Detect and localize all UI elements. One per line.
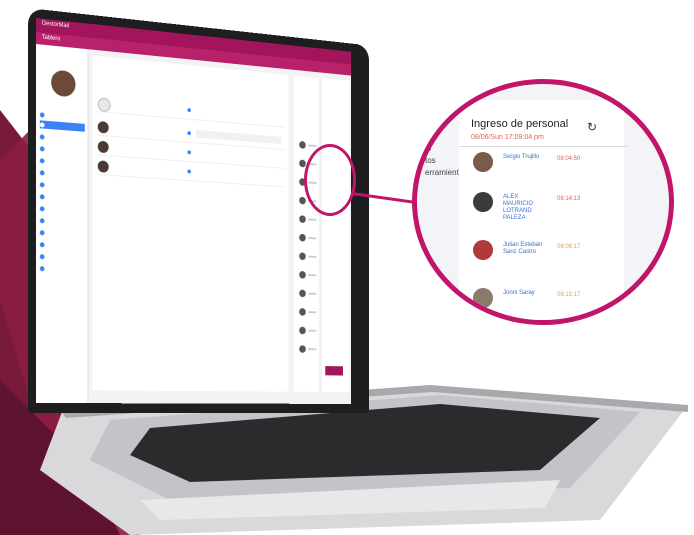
card-date: 08/06/Sun 17:09:04 pm xyxy=(471,134,544,141)
list-item[interactable]: Jonni Saray 08:15:17 xyxy=(467,284,617,320)
person-name[interactable]: ALEX MAURICIO LOTRAND PALEZA xyxy=(503,194,548,222)
list-item[interactable]: Julian Esteban Sanz Castro 08:06:17 xyxy=(467,236,617,276)
sidebar-item[interactable] xyxy=(39,144,85,155)
divider xyxy=(459,146,629,147)
sidebar-item[interactable] xyxy=(39,228,85,238)
sidebar-item[interactable] xyxy=(39,252,85,262)
side-text: tos xyxy=(425,156,436,165)
sidebar-item[interactable] xyxy=(39,204,85,214)
refresh-icon[interactable]: ↻ xyxy=(587,120,597,134)
avatar xyxy=(473,240,493,260)
person-name[interactable]: Julian Esteban Sanz Castro xyxy=(503,242,548,256)
sidebar-item-active[interactable] xyxy=(39,120,85,132)
avatar[interactable] xyxy=(49,67,78,100)
highlight-ring xyxy=(304,144,356,216)
card-title: Ingreso de personal xyxy=(471,118,569,130)
avatar xyxy=(473,288,493,308)
laptop-screen: GestorMail Tablero xyxy=(36,18,351,404)
main-panel xyxy=(92,55,289,392)
ingreso-list-mini xyxy=(294,75,319,392)
sidebar-item[interactable] xyxy=(39,132,85,143)
avatar xyxy=(473,192,493,212)
entry-time: 08:15:17 xyxy=(557,292,581,298)
sidebar-item[interactable] xyxy=(39,240,85,250)
list-item[interactable]: ALEX MAURICIO LOTRAND PALEZA 08:14:13 xyxy=(467,188,617,228)
sidebar-item[interactable] xyxy=(39,264,85,274)
action-button[interactable] xyxy=(325,366,343,376)
entry-time: 08:04:50 xyxy=(557,156,581,162)
sidebar-item[interactable] xyxy=(39,156,85,167)
zoom-callout: lo tos erramienta Ingreso de personal 08… xyxy=(412,79,674,325)
avatar xyxy=(473,152,493,172)
side-text: erramienta xyxy=(425,168,464,177)
side-text: lo xyxy=(425,144,432,153)
right-widget-column xyxy=(322,78,350,393)
list-item[interactable]: Sergio Trujillo 08:04:50 xyxy=(467,148,617,188)
sidebar-item[interactable] xyxy=(39,168,85,179)
person-name[interactable]: Sergio Trujillo xyxy=(503,154,548,161)
sidebar-item[interactable] xyxy=(39,216,85,226)
sidebar-item[interactable] xyxy=(39,180,85,191)
entry-time: 08:06:17 xyxy=(557,244,581,250)
person-name[interactable]: Jonni Saray xyxy=(503,290,548,297)
sidebar-item[interactable] xyxy=(39,192,85,203)
entry-time: 08:14:13 xyxy=(557,196,581,202)
sidebar xyxy=(36,44,89,404)
